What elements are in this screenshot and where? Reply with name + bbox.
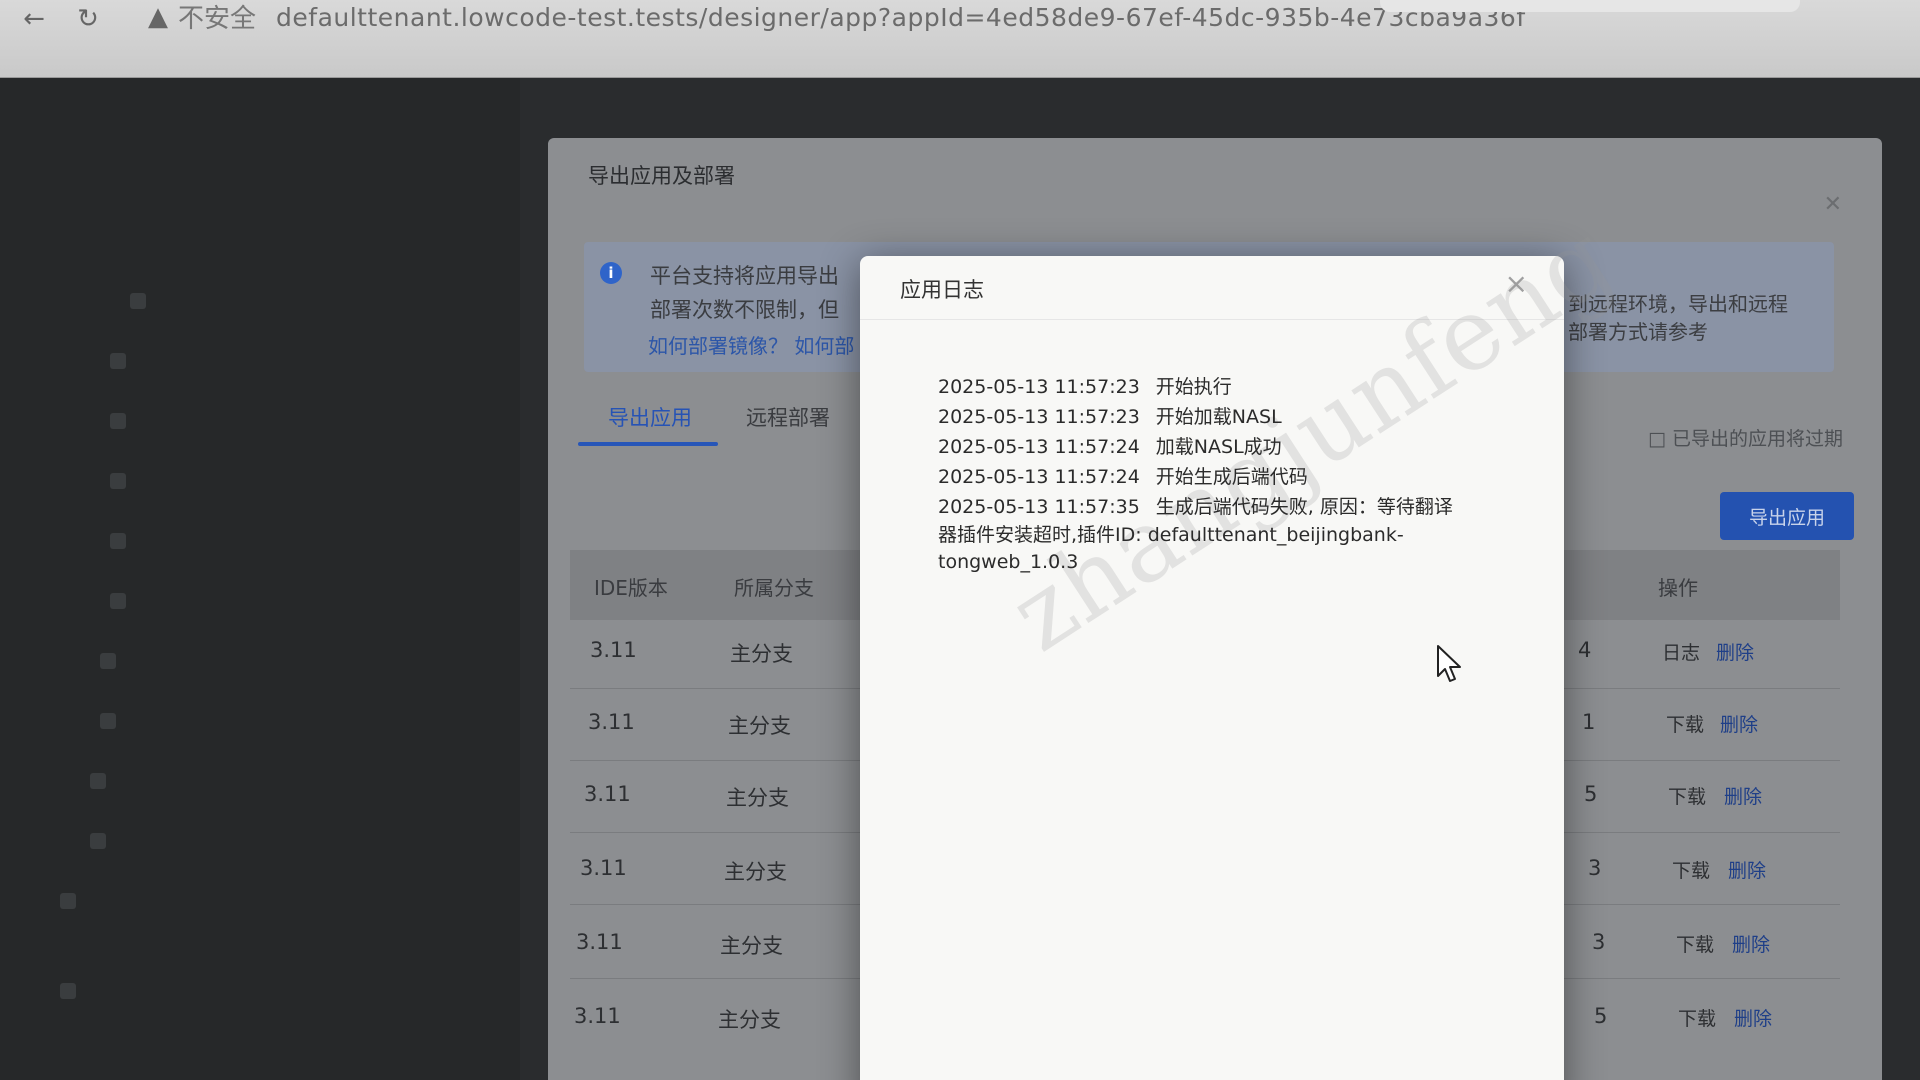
log-message: 开始执行 [1155,376,1232,398]
sidebar-item[interactable] [90,828,106,854]
cell-ide: 3.11 [580,856,627,880]
download-link[interactable]: 下载 [1666,710,1704,737]
security-indicator[interactable]: ▲ 不安全 [148,0,256,35]
folder-icon [100,713,116,729]
log-content: 2025-05-13 11:57:23 开始执行 2025-05-13 11:57… [938,372,1458,576]
download-link[interactable]: 下载 [1676,930,1714,957]
cell-ide: 3.11 [574,1004,621,1028]
cell-ide: 3.11 [576,930,623,954]
reload-icon[interactable]: ↻ [68,0,108,39]
delete-link[interactable]: 删除 [1732,930,1770,957]
info-text: 部署次数不限制，但 [650,298,839,322]
cell-tail: 5 [1594,1004,1608,1028]
column-header-branch: 所属分支 [734,576,814,600]
download-link[interactable]: 下载 [1678,1004,1716,1031]
cell-ide: 3.11 [588,710,635,734]
cell-tail: 3 [1592,930,1606,954]
log-message: 开始生成后端代码 [1155,466,1308,488]
exported-note: □ 已导出的应用将过期 [1648,428,1844,450]
log-message-continuation: tongweb_1.0.3 [938,551,1079,573]
log-timestamp: 2025-05-13 11:57:24 [938,436,1140,458]
log-timestamp: 2025-05-13 11:57:23 [938,376,1140,398]
cell-branch: 主分支 [730,642,793,666]
log-link[interactable]: 日志 [1662,638,1700,665]
sidebar-item[interactable] [110,588,126,614]
folder-icon [60,893,76,909]
sidebar [0,78,520,1080]
folder-icon [90,773,106,789]
log-timestamp: 2025-05-13 11:57:24 [938,466,1140,488]
delete-link[interactable]: 删除 [1728,856,1766,883]
cell-branch: 主分支 [728,714,791,738]
active-tab-indicator [578,442,718,446]
sidebar-item[interactable] [90,768,106,794]
export-app-button[interactable]: 导出应用 [1720,492,1854,540]
dialog-title: 应用日志 [900,278,984,302]
insecure-label: 不安全 [178,4,257,34]
log-entry: 2025-05-13 11:57:24 加载NASL成功 [938,432,1458,462]
sidebar-item[interactable] [130,288,146,314]
browser-tab-strip [1380,0,1800,12]
sidebar-item[interactable] [100,708,116,734]
folder-icon [110,473,126,489]
log-message: 生成后端代码失败, 原因：等待翻译 [1155,496,1453,518]
dialog-title: 导出应用及部署 [588,164,735,188]
log-message-continuation: 器插件安装超时,插件ID: defaulttenant_beijingbank- [938,524,1404,546]
folder-icon [130,293,146,309]
download-link[interactable]: 下载 [1672,856,1710,883]
delete-link[interactable]: 删除 [1720,710,1758,737]
download-link[interactable]: 下载 [1668,782,1706,809]
help-links[interactable]: 如何部署镜像？ 如何部 [648,330,854,359]
tab-remote-deploy[interactable]: 远程部署 [746,402,830,432]
mouse-cursor-icon [1437,645,1461,682]
info-icon: i [600,262,622,284]
back-icon[interactable]: ← [14,0,54,39]
tab-export-app[interactable]: 导出应用 [608,402,692,432]
column-header-actions: 操作 [1658,576,1698,600]
folder-icon [110,353,126,369]
log-timestamp: 2025-05-13 11:57:35 [938,496,1140,518]
delete-link[interactable]: 删除 [1716,638,1754,665]
sidebar-item[interactable] [110,408,126,434]
cell-tail: 3 [1588,856,1602,880]
cell-tail: 4 [1578,638,1592,662]
warning-icon: ▲ [148,1,168,32]
sidebar-item[interactable] [100,648,116,674]
sidebar-item[interactable] [60,888,76,914]
log-message: 加载NASL成功 [1155,436,1282,458]
close-icon[interactable]: ✕ [1824,192,1842,217]
log-message: 开始加载NASL [1155,406,1282,428]
sidebar-item[interactable] [110,468,126,494]
column-header-ide: IDE版本 [594,576,668,600]
log-timestamp: 2025-05-13 11:57:23 [938,406,1140,428]
folder-icon [110,593,126,609]
folder-icon [110,533,126,549]
folder-icon [90,833,106,849]
folder-icon [100,653,116,669]
log-entry: 2025-05-13 11:57:23 开始加载NASL [938,402,1458,432]
info-text: 平台支持将应用导出 [650,264,839,288]
folder-icon [110,413,126,429]
cell-tail: 1 [1582,710,1596,734]
browser-toolbar: ← ↻ ▲ 不安全 defaulttenant.lowcode-test.tes… [0,0,1920,78]
cell-ide: 3.11 [584,782,631,806]
delete-link[interactable]: 删除 [1734,1004,1772,1031]
log-entry: 2025-05-13 11:57:24 开始生成后端代码 [938,462,1458,492]
cell-branch: 主分支 [724,860,787,884]
cell-branch: 主分支 [726,786,789,810]
sidebar-item[interactable] [110,528,126,554]
log-entry: 2025-05-13 11:57:23 开始执行 [938,372,1458,402]
cell-branch: 主分支 [718,1008,781,1032]
address-bar[interactable]: defaulttenant.lowcode-test.tests/designe… [276,3,1526,32]
cell-ide: 3.11 [590,638,637,662]
cell-branch: 主分支 [720,934,783,958]
sidebar-item[interactable] [110,348,126,374]
folder-icon [60,983,76,999]
log-entry: 2025-05-13 11:57:35 生成后端代码失败, 原因：等待翻译 [938,492,1458,522]
cell-tail: 5 [1584,782,1598,806]
delete-link[interactable]: 删除 [1724,782,1762,809]
sidebar-item[interactable] [60,978,76,1004]
